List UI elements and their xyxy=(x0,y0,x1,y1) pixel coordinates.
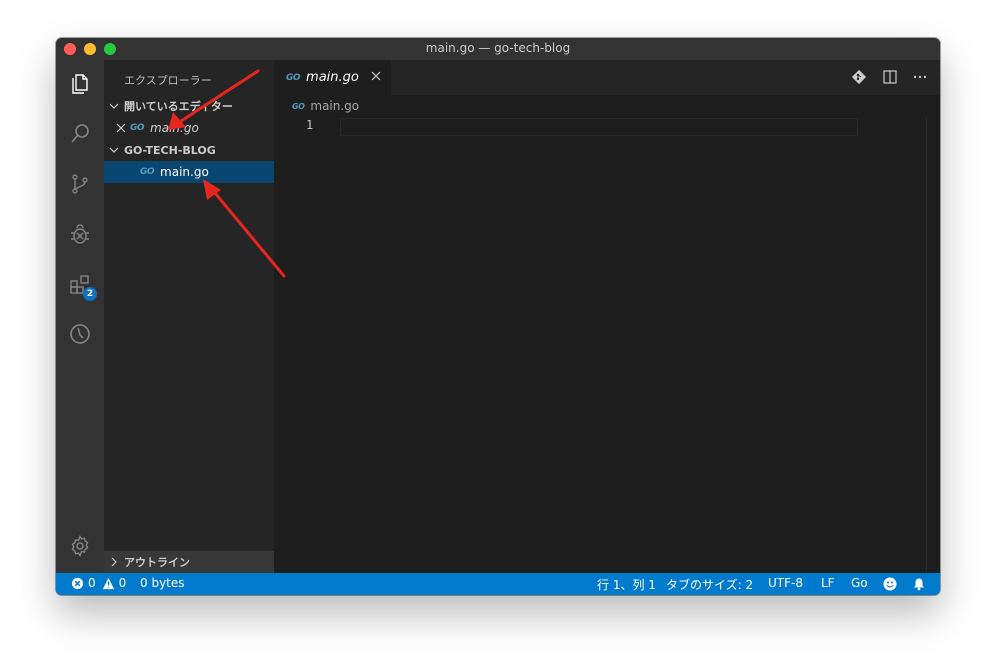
status-bar: 0 0 0 bytes 行 1、列 1 タブのサイズ: 2 UTF-8 LF G… xyxy=(56,573,940,595)
language-mode[interactable]: Go xyxy=(851,576,868,590)
more-actions-icon[interactable] xyxy=(912,69,928,85)
extensions-badge: 2 xyxy=(83,287,97,301)
chevron-down-icon xyxy=(104,101,124,111)
explorer-title: エクスプローラー xyxy=(124,74,212,87)
explorer-icon[interactable] xyxy=(56,60,104,108)
open-editor-filename: main.go xyxy=(150,121,199,135)
settings-gear-icon[interactable] xyxy=(56,522,104,570)
vscode-window: main.go — go-tech-blog 2 エクスプローラー 開いているエ… xyxy=(56,38,940,595)
feedback-smiley-icon[interactable] xyxy=(883,577,897,591)
go-file-icon: GO xyxy=(292,101,305,111)
line-number: 1 xyxy=(306,118,314,132)
warning-icon xyxy=(102,577,114,589)
open-editors-label: 開いているエディター xyxy=(124,100,233,113)
open-editors-section-header[interactable]: 開いているエディター xyxy=(104,95,274,117)
source-control-icon[interactable] xyxy=(56,160,104,208)
file-size: 0 bytes xyxy=(140,576,185,590)
extensions-icon[interactable]: 2 xyxy=(56,260,104,308)
chevron-down-icon xyxy=(104,145,124,155)
tab-main-go[interactable]: GO main.go xyxy=(274,60,391,95)
activity-bar: 2 xyxy=(56,60,104,573)
editor-tabs-bar: GO main.go xyxy=(274,60,940,95)
go-file-icon: GO xyxy=(286,72,301,83)
warning-count: 0 xyxy=(118,576,127,590)
outline-section-header[interactable]: アウトライン xyxy=(104,551,274,573)
breadcrumb-item[interactable]: main.go xyxy=(310,99,359,113)
code-editor[interactable]: 1 xyxy=(274,117,940,573)
cursor-position[interactable]: 行 1、列 1 xyxy=(597,576,656,593)
tab-label: main.go xyxy=(306,70,359,85)
window-title: main.go — go-tech-blog xyxy=(425,41,571,55)
error-count: 0 xyxy=(88,576,96,590)
search-icon[interactable] xyxy=(56,110,104,158)
error-icon xyxy=(71,577,84,589)
go-file-icon: GO xyxy=(130,123,145,133)
end-of-line[interactable]: LF xyxy=(821,576,835,590)
split-editor-icon[interactable] xyxy=(882,69,898,85)
go-file-icon: GO xyxy=(140,167,155,177)
title-bar: main.go — go-tech-blog xyxy=(56,38,940,60)
close-editor-icon[interactable] xyxy=(104,123,130,133)
problems-indicator[interactable]: 0 0 xyxy=(71,576,126,590)
folder-section-header[interactable]: GO-TECH-BLOG xyxy=(104,139,274,161)
debug-icon[interactable] xyxy=(56,210,104,258)
indentation[interactable]: タブのサイズ: 2 xyxy=(666,576,753,593)
current-line-highlight xyxy=(340,118,858,136)
chevron-right-icon xyxy=(104,557,124,567)
notifications-bell-icon[interactable] xyxy=(912,577,926,591)
folder-label: GO-TECH-BLOG xyxy=(124,143,216,157)
timeline-icon[interactable] xyxy=(56,310,104,358)
open-changes-icon[interactable] xyxy=(851,69,867,85)
open-editor-item[interactable]: GO main.go xyxy=(104,117,274,139)
explorer-sidebar: エクスプローラー 開いているエディター GO main.go GO-TECH-B… xyxy=(104,60,274,573)
file-tree-filename: main.go xyxy=(160,165,209,179)
overview-ruler[interactable] xyxy=(926,117,927,573)
encoding[interactable]: UTF-8 xyxy=(768,576,803,590)
file-tree-item-main-go[interactable]: GO main.go xyxy=(104,161,274,183)
close-tab-icon[interactable] xyxy=(371,70,381,85)
breadcrumb: GO main.go xyxy=(274,95,940,117)
outline-label: アウトライン xyxy=(124,556,190,569)
